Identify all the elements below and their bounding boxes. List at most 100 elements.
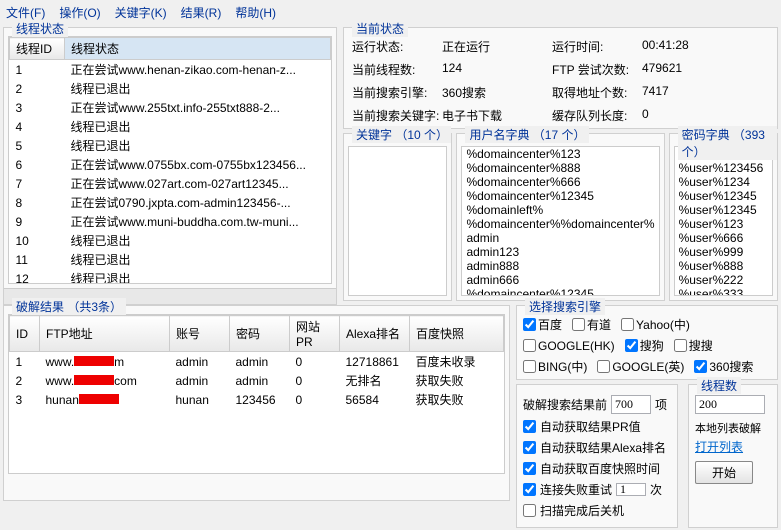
val-threads: 124: [442, 61, 552, 78]
engine-option[interactable]: 搜搜: [674, 337, 713, 354]
table-row[interactable]: 8正在尝试0790.jxpta.com-admin123456-...: [10, 193, 331, 212]
lbl-run-status: 运行状态:: [352, 38, 442, 55]
table-row[interactable]: 6正在尝试www.0755bx.com-0755bx123456...: [10, 155, 331, 174]
col-ftp[interactable]: FTP地址: [40, 316, 170, 352]
col-thread-id[interactable]: 线程ID: [10, 38, 65, 60]
engine-option[interactable]: 360搜索: [694, 358, 753, 375]
threads-title: 线程数: [697, 377, 741, 394]
engine-checkbox[interactable]: [625, 339, 638, 352]
list-item[interactable]: %user%333: [675, 287, 772, 296]
val-run-status: 正在运行: [442, 38, 552, 55]
menu-help[interactable]: 帮助(H): [235, 4, 276, 21]
list-item[interactable]: %user%123456: [675, 161, 772, 175]
menu-keywords[interactable]: 关键字(K): [115, 4, 167, 21]
col-user[interactable]: 账号: [170, 316, 230, 352]
table-row[interactable]: 10线程已退出: [10, 231, 331, 250]
col-pass[interactable]: 密码: [230, 316, 290, 352]
chk-snap[interactable]: [523, 462, 536, 475]
val-keyword: 电子书下载: [442, 107, 552, 124]
engine-option[interactable]: 有道: [572, 316, 611, 333]
engine-checkbox[interactable]: [523, 339, 536, 352]
engine-option[interactable]: Yahoo(中): [621, 316, 690, 333]
thread-table[interactable]: 线程ID 线程状态 1正在尝试www.henan-zikao.com-henan…: [9, 37, 331, 284]
input-result-count[interactable]: [611, 395, 651, 414]
engine-label: GOOGLE(HK): [538, 339, 615, 353]
chk-shutdown[interactable]: [523, 504, 536, 517]
val-run-time: 00:41:28: [642, 38, 722, 55]
engine-checkbox[interactable]: [694, 360, 707, 373]
col-baidu[interactable]: 百度快照: [410, 316, 504, 352]
start-button[interactable]: 开始: [695, 461, 753, 484]
list-item[interactable]: admin: [462, 231, 658, 245]
list-item[interactable]: %user%12345: [675, 189, 772, 203]
table-row[interactable]: 9正在尝试www.muni-buddha.com.tw-muni...: [10, 212, 331, 231]
list-item[interactable]: %user%1234: [675, 175, 772, 189]
list-item[interactable]: %user%888: [675, 259, 772, 273]
list-item[interactable]: %domaincenter%666: [462, 175, 658, 189]
table-row[interactable]: 7正在尝试www.027art.com-027art12345...: [10, 174, 331, 193]
engine-checkbox[interactable]: [523, 360, 536, 373]
engine-label: 有道: [587, 316, 611, 333]
lbl-alexa: 自动获取结果Alexa排名: [540, 439, 666, 456]
keyword-list[interactable]: [348, 146, 447, 296]
table-row[interactable]: 1www.madminadmin012718861百度未收录: [10, 352, 504, 372]
table-row[interactable]: 3正在尝试www.255txt.info-255txt888-2...: [10, 98, 331, 117]
engine-option[interactable]: GOOGLE(英): [597, 358, 684, 375]
engine-option[interactable]: 百度: [523, 316, 562, 333]
engine-label: GOOGLE(英): [612, 358, 684, 375]
list-item[interactable]: %user%666: [675, 231, 772, 245]
col-alexa[interactable]: Alexa排名: [340, 316, 410, 352]
engine-option[interactable]: GOOGLE(HK): [523, 337, 615, 354]
val-got-urls: 7417: [642, 84, 722, 101]
chk-retry[interactable]: [523, 483, 536, 496]
engine-option[interactable]: BING(中): [523, 358, 587, 375]
chk-pr[interactable]: [523, 420, 536, 433]
table-row[interactable]: 2线程已退出: [10, 79, 331, 98]
crack-table[interactable]: ID FTP地址 账号 密码 网站PR Alexa排名 百度快照 1www.ma…: [9, 315, 504, 409]
list-item[interactable]: %user%999: [675, 245, 772, 259]
thread-status-title: 线程状态: [12, 20, 68, 37]
user-list[interactable]: %domaincenter%123%domaincenter%888%domai…: [461, 146, 659, 296]
engine-checkbox[interactable]: [621, 318, 634, 331]
engine-option[interactable]: 搜狗: [625, 337, 664, 354]
menu-file[interactable]: 文件(F): [6, 4, 45, 21]
list-item[interactable]: admin123: [462, 245, 658, 259]
input-retry[interactable]: [616, 483, 646, 496]
list-item[interactable]: %domaincenter%12345: [462, 189, 658, 203]
col-thread-status[interactable]: 线程状态: [65, 38, 331, 60]
pass-list[interactable]: %user%%user%123456%user%1234%user%12345%…: [674, 146, 773, 296]
table-row[interactable]: 1正在尝试www.henan-zikao.com-henan-z...: [10, 60, 331, 80]
table-row[interactable]: 2www.comadminadmin0无排名获取失败: [10, 371, 504, 390]
list-item[interactable]: %user%123: [675, 217, 772, 231]
engine-checkbox[interactable]: [523, 318, 536, 331]
table-row[interactable]: 11线程已退出: [10, 250, 331, 269]
engine-checkbox[interactable]: [674, 339, 687, 352]
list-item[interactable]: %domainleft%: [462, 203, 658, 217]
crack-results-title: 破解结果 （共3条）: [12, 298, 126, 315]
link-open-list[interactable]: 打开列表: [695, 438, 771, 455]
lbl-snap: 自动获取百度快照时间: [540, 460, 660, 477]
list-item[interactable]: %domaincenter%%domaincenter%: [462, 217, 658, 231]
table-row[interactable]: 4线程已退出: [10, 117, 331, 136]
col-id[interactable]: ID: [10, 316, 40, 352]
list-item[interactable]: %domaincenter%12345: [462, 287, 658, 296]
list-item[interactable]: %user%12345: [675, 203, 772, 217]
list-item[interactable]: admin666: [462, 273, 658, 287]
menu-results[interactable]: 结果(R): [181, 4, 222, 21]
engine-label: 360搜索: [709, 358, 753, 375]
chk-alexa[interactable]: [523, 441, 536, 454]
menu-ops[interactable]: 操作(O): [59, 4, 100, 21]
col-pr[interactable]: 网站PR: [290, 316, 340, 352]
list-item[interactable]: %user%222: [675, 273, 772, 287]
table-row[interactable]: 3hunanhunan123456056584获取失败: [10, 390, 504, 409]
list-item[interactable]: %domaincenter%123: [462, 147, 658, 161]
table-row[interactable]: 5线程已退出: [10, 136, 331, 155]
table-row[interactable]: 12线程已退出: [10, 269, 331, 284]
engine-checkbox[interactable]: [597, 360, 610, 373]
current-status-group: 当前状态 运行状态:正在运行 运行时间:00:41:28 当前线程数:124 F…: [343, 27, 778, 129]
engine-checkbox[interactable]: [572, 318, 585, 331]
pass-dict-group: 密码字典 （393 个） %user%%user%123456%user%123…: [669, 133, 778, 301]
list-item[interactable]: admin888: [462, 259, 658, 273]
list-item[interactable]: %domaincenter%888: [462, 161, 658, 175]
input-threads[interactable]: [695, 395, 765, 414]
